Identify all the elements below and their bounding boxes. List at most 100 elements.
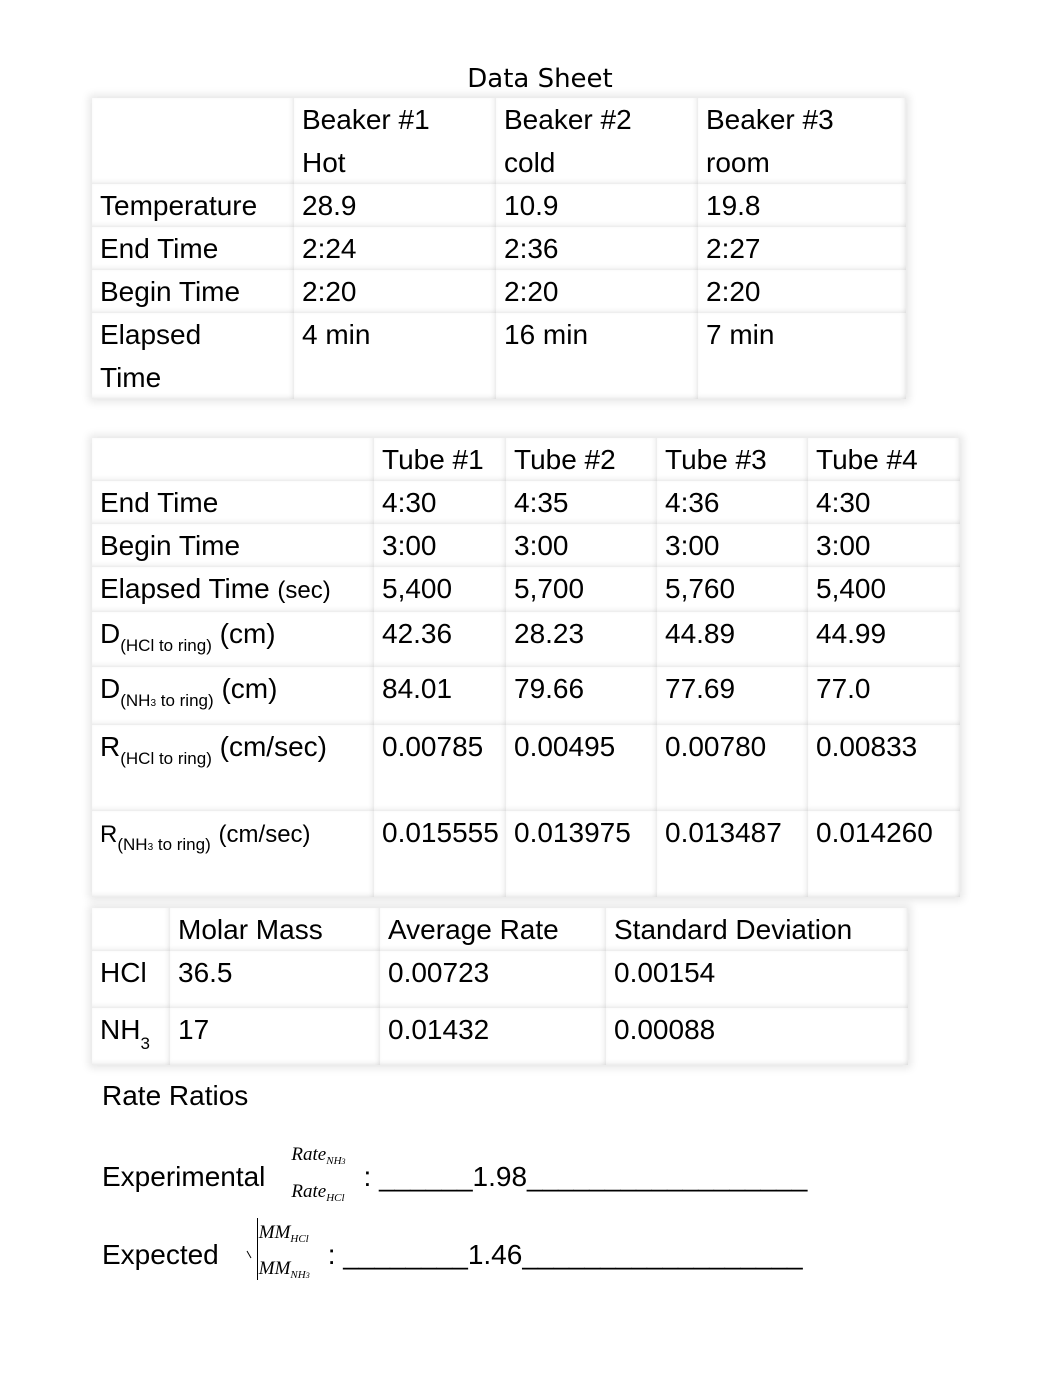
beaker-table: Beaker #1 Hot Beaker #2 cold Beaker #3 room… [92, 98, 906, 399]
cell: 0.00088 [606, 1008, 908, 1065]
row-label: Begin Time [92, 270, 294, 313]
cell: 0.00780 [657, 725, 808, 811]
table-row: D(HCl to ring) (cm) 42.36 28.23 44.89 44… [92, 612, 960, 667]
expected-label: Expected [102, 1238, 219, 1270]
row-label: Temperature [92, 184, 294, 227]
label-subscript: (HCl to ring) [120, 636, 212, 655]
cell: 5,760 [657, 567, 808, 612]
table-row: Begin Time 3:00 3:00 3:00 3:00 [92, 524, 960, 567]
formula-numerator: MMHCl [258, 1222, 309, 1245]
formula-subscript: HCl [326, 1192, 345, 1204]
expected-formula: MMHCl MMNH3 [256, 1218, 310, 1291]
cell: 28.23 [506, 612, 657, 667]
formula-subscript: NH3 [290, 1269, 309, 1281]
formula-text: MM [258, 1222, 291, 1243]
cell: 4 min [294, 313, 496, 399]
header-text: Beaker #2 [504, 104, 632, 135]
cell: 0.00785 [374, 725, 506, 811]
expected-ratio-row: Expected MMHCl MMNH3 : ________1.46_____… [102, 1218, 803, 1291]
page-title: Data Sheet [467, 64, 613, 94]
cell: 0.01432 [380, 1008, 606, 1065]
cell: 5,400 [808, 567, 960, 612]
cell: 3:00 [808, 524, 960, 567]
cell: 0.00495 [506, 725, 657, 811]
header-cell: Tube #2 [506, 438, 657, 481]
header-cell: Tube #4 [808, 438, 960, 481]
cell: 7 min [698, 313, 906, 399]
header-cell: Beaker #3 room [698, 98, 906, 184]
cell: 10.9 [496, 184, 698, 227]
row-label: R(HCl to ring) (cm/sec) [92, 725, 374, 811]
unit-text: (cm/sec) [219, 731, 327, 762]
header-cell: Beaker #2 cold [496, 98, 698, 184]
cell: 3:00 [506, 524, 657, 567]
cell: 44.99 [808, 612, 960, 667]
experimental-value: 1.98 [472, 1160, 528, 1192]
cell: 4:30 [374, 481, 506, 524]
table-header-row: Tube #1 Tube #2 Tube #3 Tube #4 [92, 438, 960, 481]
cell: 0.013975 [506, 811, 657, 897]
formula-text: MM [258, 1258, 291, 1279]
header-text: Beaker #3 [706, 104, 834, 135]
row-label: Begin Time [92, 524, 374, 567]
label-subscript: (NH3 to ring) [117, 835, 210, 854]
expected-value: 1.46 [467, 1238, 523, 1270]
colon: : [327, 1238, 336, 1270]
formula-denominator: MMNH3 [258, 1258, 310, 1281]
header-text: room [706, 147, 770, 178]
row-label: D(HCl to ring) (cm) [92, 612, 374, 667]
cell: 44.89 [657, 612, 808, 667]
header-cell: Tube #3 [657, 438, 808, 481]
header-cell: Tube #1 [374, 438, 506, 481]
label-text: D [100, 618, 121, 649]
cell: 5,700 [506, 567, 657, 612]
row-label: End Time [92, 227, 294, 270]
table-row: Temperature 28.9 10.9 19.8 [92, 184, 906, 227]
formula-subscript: HCl [290, 1233, 309, 1245]
label-subscript: (HCl to ring) [120, 749, 212, 768]
cell: 4:30 [808, 481, 960, 524]
subscript-number: 3 [341, 1157, 346, 1166]
subscript-text: NH [290, 1269, 306, 1281]
row-label: Elapsed Time [92, 313, 294, 399]
unit-text: (cm) [221, 673, 278, 704]
unit-text: (cm/sec) [218, 821, 311, 848]
cell: 2:20 [496, 270, 698, 313]
label-subscript: (NH3 to ring) [120, 691, 213, 710]
cell: 0.00154 [606, 951, 908, 1008]
cell: 79.66 [506, 667, 657, 725]
square-root-icon [245, 1218, 258, 1280]
label-text: R [100, 821, 118, 848]
cell: 2:20 [294, 270, 496, 313]
table-row: Begin Time 2:20 2:20 2:20 [92, 270, 906, 313]
table-header-row: Beaker #1 Hot Beaker #2 cold Beaker #3 room [92, 98, 906, 184]
answer-blank: ________ [343, 1238, 468, 1270]
header-cell: Standard Deviation [606, 908, 908, 951]
label-text: Elapsed Time [100, 573, 270, 604]
cell: 0.014260 [808, 811, 960, 897]
table-row: Elapsed Time (sec) 5,400 5,700 5,760 5,4… [92, 567, 960, 612]
table-row: R(NH3 to ring) (cm/sec) 0.015555 0.01397… [92, 811, 960, 897]
label-subscript: 3 [140, 1034, 150, 1053]
cell: 2:20 [698, 270, 906, 313]
header-cell: Average Rate [380, 908, 606, 951]
answer-blank: __________________ [522, 1238, 803, 1270]
cell: 28.9 [294, 184, 496, 227]
header-cell [92, 908, 170, 951]
row-label: D(NH3 to ring) (cm) [92, 667, 374, 725]
cell: 4:36 [657, 481, 808, 524]
experimental-formula: RateNH3 RateHCl [291, 1140, 345, 1213]
formula-text: Rate [291, 1181, 327, 1202]
cell: 3:00 [657, 524, 808, 567]
label-text: HCl [100, 957, 147, 988]
table-row: NH3 17 0.01432 0.00088 [92, 1008, 908, 1065]
cell: 2:27 [698, 227, 906, 270]
cell: 3:00 [374, 524, 506, 567]
row-label: HCl [92, 951, 170, 1008]
formula-numerator: RateNH3 [291, 1144, 346, 1167]
cell: 36.5 [170, 951, 380, 1008]
table-row: End Time 2:24 2:36 2:27 [92, 227, 906, 270]
header-text: Hot [302, 147, 346, 178]
label-text: NH [100, 1014, 141, 1045]
table-header-row: Molar Mass Average Rate Standard Deviati… [92, 908, 908, 951]
